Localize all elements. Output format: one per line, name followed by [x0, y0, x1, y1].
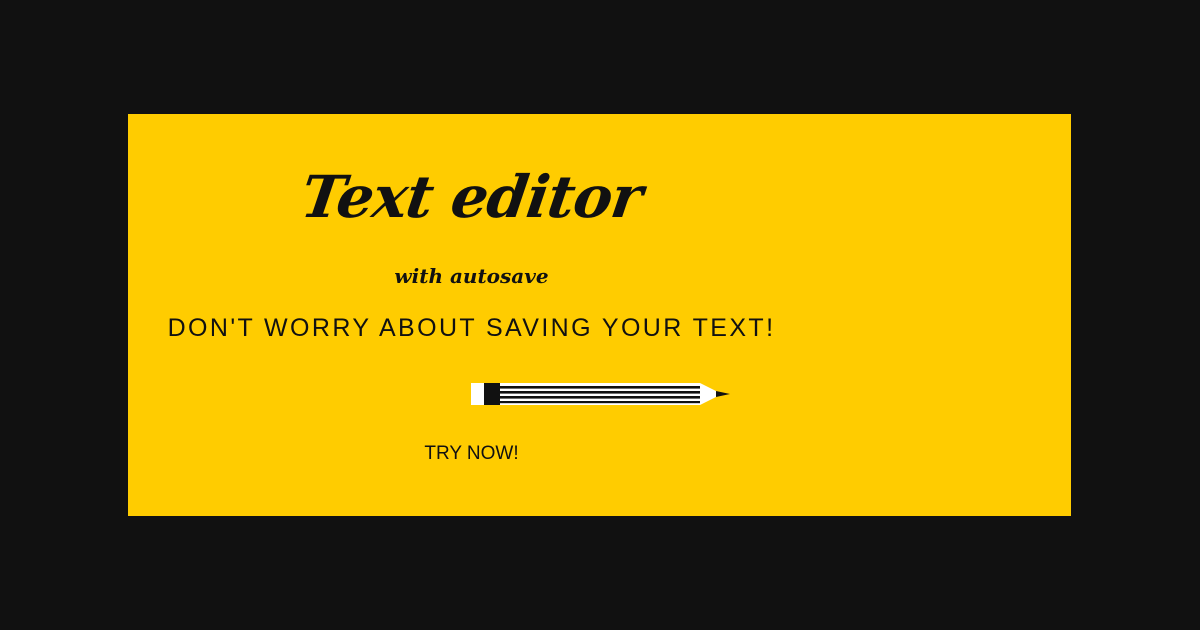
- try-now-button[interactable]: TRY NOW!: [0, 442, 943, 465]
- pencil-icon: [471, 383, 730, 405]
- try-now-label: TRY NOW!: [424, 443, 519, 464]
